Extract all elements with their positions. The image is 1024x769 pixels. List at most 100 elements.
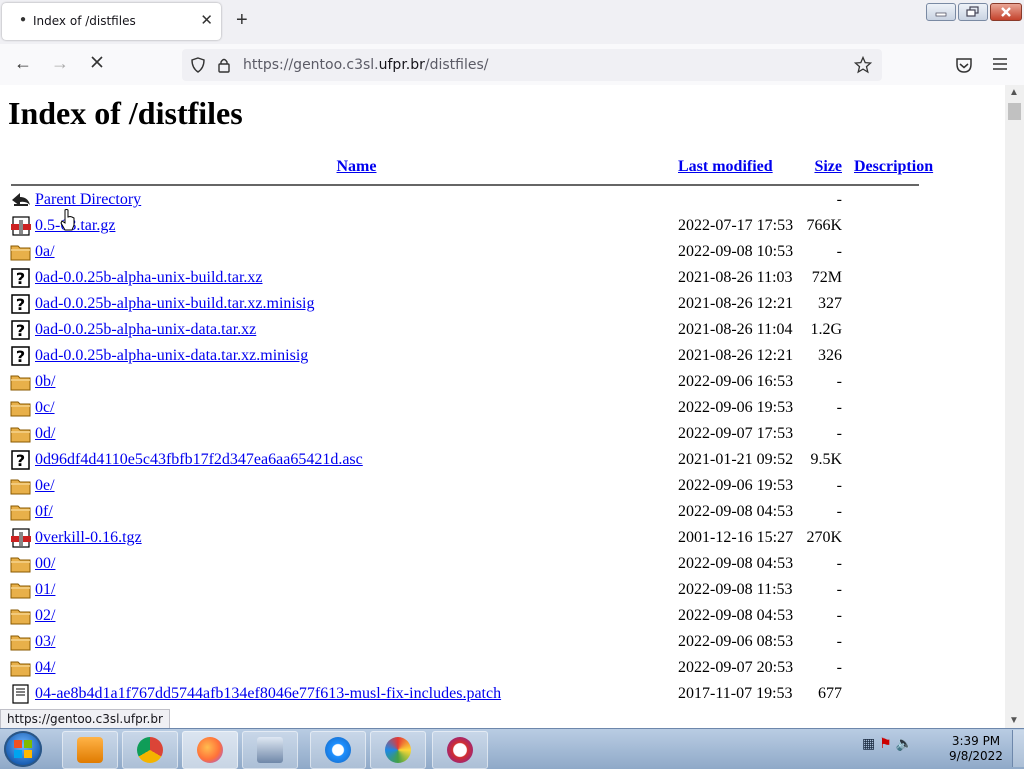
pocket-icon[interactable]	[955, 56, 973, 74]
description-cell	[842, 447, 938, 473]
file-link[interactable]: 0d96df4d4110e5c43fbfb17f2d347ea6aa65421d…	[35, 451, 363, 468]
back-icon[interactable]	[8, 187, 35, 213]
taskbar-snipping-tool[interactable]	[432, 731, 488, 769]
taskbar-chrome[interactable]	[122, 731, 178, 769]
scroll-up-arrow-icon[interactable]: ▲	[1009, 87, 1019, 98]
show-desktop-button[interactable]	[1012, 730, 1024, 767]
file-link[interactable]: 0ad-0.0.25b-alpha-unix-build.tar.xz	[35, 269, 263, 286]
file-link[interactable]: 0ad-0.0.25b-alpha-unix-build.tar.xz.mini…	[35, 295, 315, 312]
taskbar-computer[interactable]	[242, 731, 298, 769]
unknown-icon[interactable]: ?	[8, 343, 35, 369]
internet-explorer-icon	[325, 737, 351, 763]
system-clock[interactable]: 3:39 PM 9/8/2022	[945, 734, 1007, 764]
tracking-shield-icon[interactable]	[190, 57, 206, 73]
last-modified-cell	[678, 187, 796, 213]
folder-icon[interactable]	[8, 499, 35, 525]
file-link[interactable]: 01/	[35, 581, 55, 598]
sort-by-date-link[interactable]: Last modified	[678, 158, 773, 175]
file-name-cell: 0d96df4d4110e5c43fbfb17f2d347ea6aa65421d…	[35, 447, 678, 473]
file-link[interactable]: 0ad-0.0.25b-alpha-unix-data.tar.xz	[35, 321, 256, 338]
taskbar-firefox[interactable]	[182, 731, 238, 769]
compressed-icon[interactable]	[8, 525, 35, 551]
new-tab-button[interactable]: +	[236, 10, 248, 30]
file-link[interactable]: 0d/	[35, 425, 55, 442]
last-modified-cell: 2022-09-08 10:53	[678, 243, 794, 260]
file-link[interactable]: 0ad-0.0.25b-alpha-unix-data.tar.xz.minis…	[35, 347, 308, 364]
start-button[interactable]	[4, 731, 42, 767]
size-cell: 9.5K	[810, 451, 842, 468]
size-cell: -	[836, 399, 842, 416]
size-cell: 326	[818, 347, 842, 364]
table-row: ? 0ad-0.0.25b-alpha-unix-build.tar.xz.min…	[8, 291, 938, 317]
folder-icon[interactable]	[8, 577, 35, 603]
folder-icon[interactable]	[8, 395, 35, 421]
taskbar-paint[interactable]	[370, 731, 426, 769]
unknown-icon[interactable]: ?	[8, 447, 35, 473]
sort-by-description-link[interactable]: Description	[854, 158, 933, 175]
file-link[interactable]: 0e/	[35, 477, 55, 494]
compressed-icon[interactable]	[8, 213, 35, 239]
file-link[interactable]: 04-ae8b4d1a1f767dd5744afb134ef8046e77f61…	[35, 685, 501, 702]
forward-button[interactable]: →	[51, 53, 69, 74]
folder-icon[interactable]	[8, 369, 35, 395]
menu-icon[interactable]	[992, 57, 1008, 71]
volume-icon[interactable]: 🔈	[896, 735, 913, 751]
file-link[interactable]: 0a/	[35, 243, 55, 260]
vertical-scrollbar[interactable]: ▲ ▼	[1005, 85, 1024, 728]
unknown-icon[interactable]: ?	[8, 317, 35, 343]
size-cell: -	[836, 243, 842, 260]
description-cell	[842, 603, 938, 629]
tab-title: Index of /distfiles	[33, 14, 136, 28]
tab-close-icon[interactable]: ✕	[200, 11, 213, 29]
table-row: 02/2022-09-08 04:53 -	[8, 603, 938, 629]
file-link[interactable]: 0f/	[35, 503, 53, 520]
window-close-button[interactable]	[990, 3, 1022, 21]
folder-icon[interactable]	[8, 655, 35, 681]
size-cell: -	[836, 191, 842, 208]
unknown-icon[interactable]: ?	[8, 265, 35, 291]
description-cell	[842, 317, 938, 343]
folder-icon[interactable]	[8, 421, 35, 447]
description-cell	[842, 265, 938, 291]
sort-by-size-link[interactable]: Size	[814, 158, 842, 175]
scroll-down-arrow-icon[interactable]: ▼	[1009, 715, 1019, 726]
address-bar[interactable]: https://gentoo.c3sl.ufpr.br/distfiles/	[182, 49, 882, 81]
file-link[interactable]: 02/	[35, 607, 55, 624]
folder-icon[interactable]	[8, 239, 35, 265]
folder-icon[interactable]	[8, 603, 35, 629]
bookmark-star-icon[interactable]	[854, 56, 872, 74]
file-name-cell: 04-ae8b4d1a1f767dd5744afb134ef8046e77f61…	[35, 681, 678, 707]
size-cell: 72M	[811, 269, 842, 286]
file-link[interactable]: 0verkill-0.16.tgz	[35, 529, 142, 546]
description-header: Description	[842, 152, 938, 182]
restore-button[interactable]	[958, 3, 988, 21]
file-name-cell: Parent Directory	[35, 187, 678, 213]
network-warning-icon[interactable]: ⚑	[879, 735, 892, 751]
lock-icon[interactable]	[216, 57, 232, 73]
minimize-button[interactable]	[926, 3, 956, 21]
unknown-icon[interactable]: ?	[8, 291, 35, 317]
scrollbar-thumb[interactable]	[1008, 103, 1021, 120]
taskbar-internet-explorer[interactable]	[310, 731, 366, 769]
svg-text:?: ?	[16, 295, 25, 314]
folder-icon[interactable]	[8, 629, 35, 655]
file-link[interactable]: 0b/	[35, 373, 55, 390]
sort-by-name-link[interactable]: Name	[337, 158, 377, 175]
taskbar-media-player[interactable]	[62, 731, 118, 769]
folder-icon[interactable]	[8, 473, 35, 499]
last-modified-cell: 2022-09-07 20:53	[678, 659, 794, 676]
back-button[interactable]: ←	[14, 53, 32, 74]
file-link[interactable]: 04/	[35, 659, 55, 676]
table-row: 01/2022-09-08 11:53 -	[8, 577, 938, 603]
text-icon[interactable]	[8, 681, 35, 707]
url-text[interactable]: https://gentoo.c3sl.ufpr.br/distfiles/	[243, 57, 489, 73]
action-center-icon[interactable]: ▦	[862, 735, 875, 751]
file-link[interactable]: 0c/	[35, 399, 55, 416]
file-link[interactable]: 03/	[35, 633, 55, 650]
folder-icon[interactable]	[8, 551, 35, 577]
file-link[interactable]: 00/	[35, 555, 55, 572]
size-cell: -	[836, 633, 842, 650]
stop-button[interactable]	[89, 54, 105, 75]
tab-active[interactable]: ● Index of /distfiles ✕	[2, 3, 221, 40]
file-link[interactable]: Parent Directory	[35, 191, 141, 208]
